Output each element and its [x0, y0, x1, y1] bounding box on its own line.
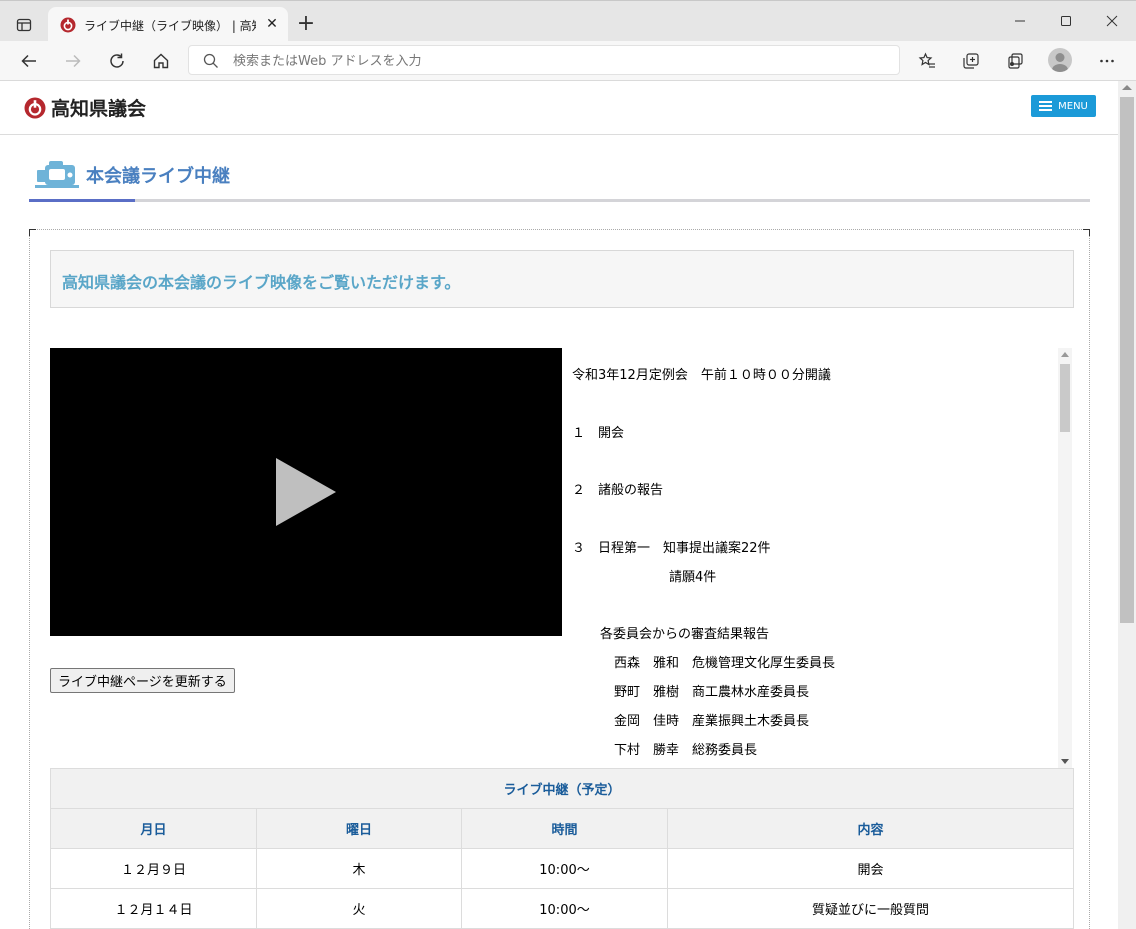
agenda-scrollbar[interactable] [1058, 348, 1072, 768]
play-icon[interactable] [276, 458, 336, 526]
browser-toolbar [0, 41, 1136, 81]
live-content-box: 高知県議会の本会議のライブ映像をご覧いただけます。 ライブ中継ページを更新する … [29, 229, 1090, 929]
intro-banner: 高知県議会の本会議のライブ映像をご覧いただけます。 [50, 250, 1074, 308]
live-video-player[interactable] [50, 348, 562, 636]
new-tab-icon[interactable]: + [294, 12, 318, 36]
column-header: 内容 [667, 808, 1074, 849]
table-cell: 10:00～ [461, 888, 668, 929]
heading-accent-bar [29, 199, 135, 202]
page-scrollbar[interactable] [1118, 81, 1136, 929]
table-row: １２月１４日 火 10:00～ 質疑並びに一般質問 [50, 888, 1074, 929]
menu-button[interactable]: MENU [1031, 95, 1096, 117]
page-heading: 本会議ライブ中継 [29, 153, 1090, 202]
agenda-line: 金岡 佳時 産業振興土木委員長 [614, 714, 810, 729]
table-cell: 木 [256, 848, 462, 889]
scroll-down-icon[interactable] [1061, 759, 1069, 764]
site-logo-text: 高知県議会 [51, 98, 147, 120]
site-favicon-icon [60, 17, 76, 33]
scroll-up-icon[interactable] [1061, 352, 1069, 357]
profile-avatar[interactable] [1048, 48, 1072, 72]
video-camera-icon [35, 161, 79, 188]
page-scroll-up-icon[interactable] [1122, 85, 1132, 90]
menu-label: MENU [1058, 100, 1088, 112]
agenda-scroll-thumb[interactable] [1060, 364, 1070, 432]
agenda-line: 西森 雅和 危機管理文化厚生委員長 [614, 656, 836, 671]
page-scroll-thumb[interactable] [1120, 97, 1134, 623]
schedule-table: ライブ中継（予定） 月日 曜日 時間 内容 １２月９日 木 10:00～ 開会 … [50, 768, 1074, 929]
home-icon[interactable] [147, 47, 175, 75]
tab-title: ライブ中継（ライブ映像） | 高知県議会 [84, 19, 256, 33]
tab-actions-icon[interactable] [10, 11, 38, 39]
page-title: 本会議ライブ中継 [86, 166, 230, 187]
forward-icon[interactable] [59, 47, 87, 75]
table-cell: １２月１４日 [50, 888, 257, 929]
agenda-panel[interactable]: 令和3年12月定例会 午前１０時００分開議 １ 開会 ２ 諸般の報告 ３ 日程第… [569, 348, 1071, 768]
collections-icon[interactable] [957, 47, 985, 75]
column-header: 曜日 [256, 808, 462, 849]
assembly-emblem-icon [24, 97, 46, 118]
more-options-icon[interactable] [1093, 47, 1121, 75]
table-cell: 質疑並びに一般質問 [667, 888, 1074, 929]
tab-close-icon[interactable]: ✕ [262, 14, 282, 34]
hamburger-icon [1039, 101, 1053, 111]
minimize-icon[interactable] [1000, 9, 1040, 33]
agenda-line: ３ 日程第一 知事提出議案22件 [572, 541, 771, 556]
page-viewport: 高知県議会 MENU 本会議ライブ中継 高知県議会の本会議のライブ映像をご覧いた… [0, 81, 1118, 929]
column-header: 時間 [461, 808, 668, 849]
agenda-line: 野町 雅樹 商工農林水産委員長 [614, 685, 810, 700]
refresh-icon[interactable] [103, 47, 131, 75]
agenda-line: １ 開会 [572, 426, 625, 441]
back-icon[interactable] [15, 47, 43, 75]
table-cell: １２月９日 [50, 848, 257, 889]
agenda-line: 請願4件 [669, 570, 717, 585]
browser-tab-bar: ライブ中継（ライブ映像） | 高知県議会 ✕ + [0, 0, 1136, 42]
site-header: 高知県議会 MENU [0, 81, 1118, 135]
browser-tab-active[interactable]: ライブ中継（ライブ映像） | 高知県議会 ✕ [48, 7, 288, 42]
agenda-line: 令和3年12月定例会 午前１０時００分開議 [572, 368, 831, 383]
address-bar[interactable] [188, 45, 900, 75]
browser-extensions-icon[interactable] [1001, 47, 1029, 75]
table-cell: 開会 [667, 848, 1074, 889]
agenda-line: ２ 諸般の報告 [572, 483, 664, 498]
site-logo[interactable]: 高知県議会 [24, 94, 146, 121]
schedule-caption: ライブ中継（予定） [50, 768, 1074, 809]
intro-text: 高知県議会の本会議のライブ映像をご覧いただけます。 [62, 273, 461, 292]
maximize-icon[interactable] [1046, 9, 1086, 33]
address-input[interactable] [231, 50, 875, 72]
close-window-icon[interactable] [1092, 9, 1132, 33]
table-row: １２月９日 木 10:00～ 開会 [50, 848, 1074, 889]
table-header-row: 月日 曜日 時間 内容 [50, 808, 1074, 849]
table-cell: 10:00～ [461, 848, 668, 889]
table-cell: 火 [256, 888, 462, 929]
favorites-icon[interactable] [913, 47, 941, 75]
agenda-line: 下村 勝幸 総務委員長 [614, 743, 758, 758]
agenda-line: 各委員会からの審査結果報告 [600, 627, 770, 642]
column-header: 月日 [50, 808, 257, 849]
search-icon [203, 53, 218, 68]
refresh-live-page-button[interactable]: ライブ中継ページを更新する [50, 668, 235, 693]
